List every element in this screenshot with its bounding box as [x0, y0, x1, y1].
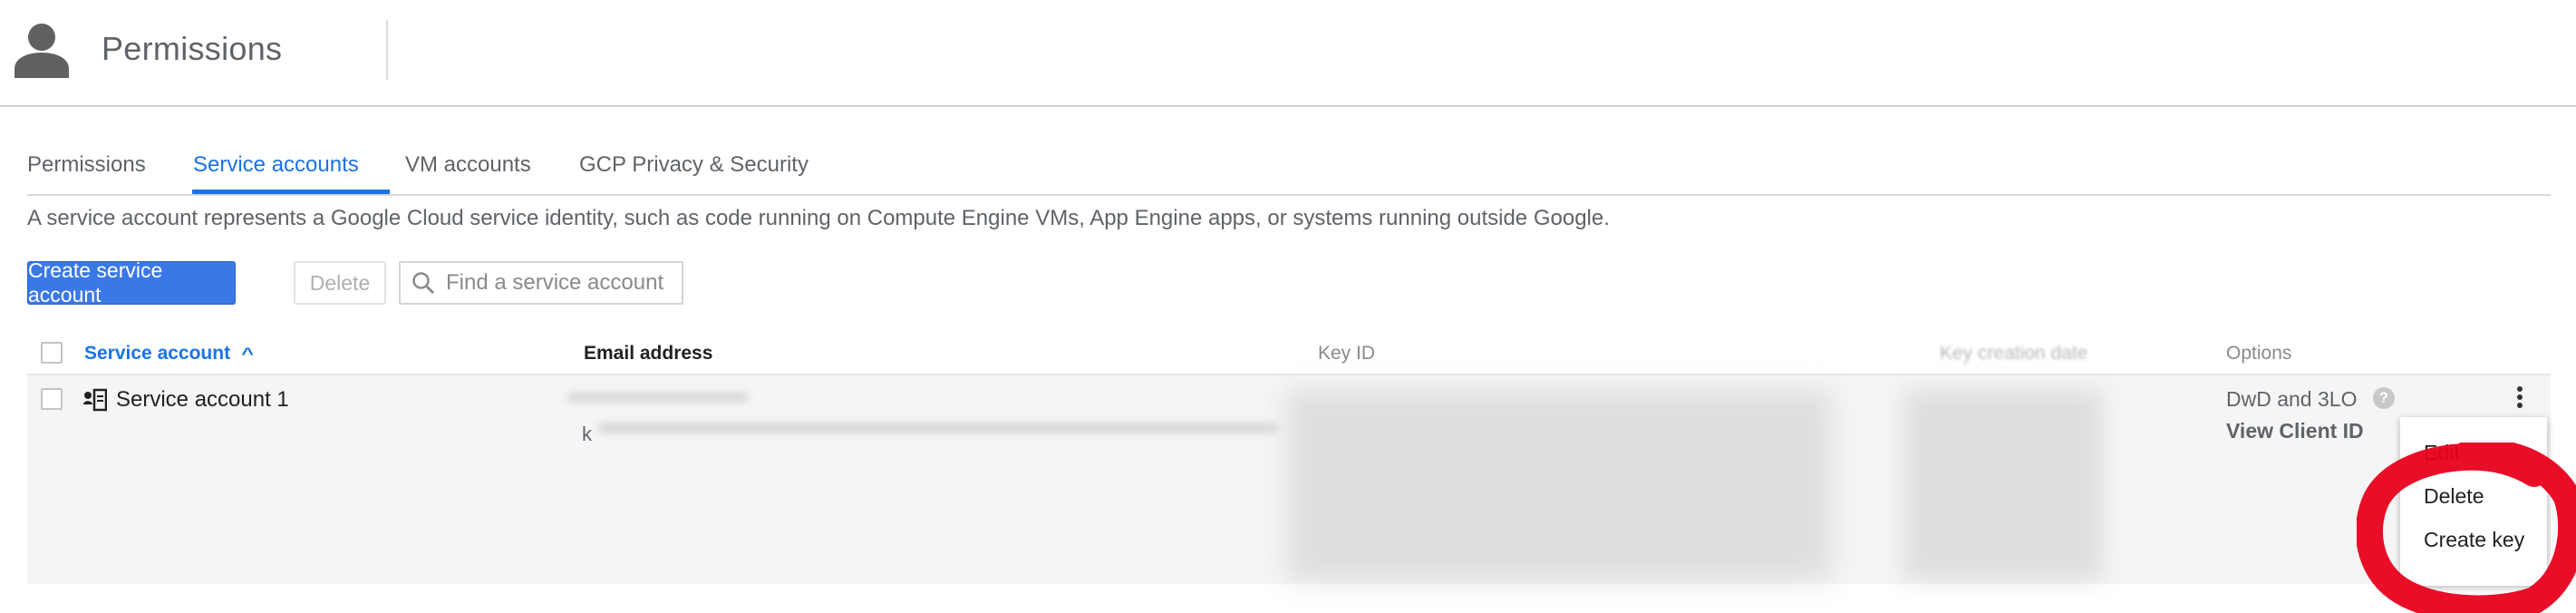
tab-bar: Permissions Service accounts VM accounts… — [27, 134, 2551, 196]
service-account-name[interactable]: Service account 1 — [116, 387, 289, 413]
column-header-key-creation-date[interactable]: Key creation date — [1940, 343, 2087, 365]
create-service-account-button[interactable]: Create service account — [27, 258, 236, 306]
column-header-key-id[interactable]: Key ID — [1318, 343, 1375, 365]
service-account-icon — [83, 388, 107, 412]
row-checkbox[interactable] — [41, 388, 63, 410]
tab-vm-accounts[interactable]: VM accounts — [405, 152, 531, 178]
page-description: A service account represents a Google Cl… — [27, 206, 1610, 230]
row-actions-menu: Edit Delete Create key — [2400, 417, 2547, 586]
view-client-id-link[interactable]: View Client ID — [2226, 419, 2364, 443]
tab-gcp-privacy-security[interactable]: GCP Privacy & Security — [579, 152, 809, 178]
email-visible-prefix: k — [582, 423, 592, 445]
header-divider — [386, 20, 388, 80]
column-header-email[interactable]: Email address — [584, 343, 712, 365]
redacted-email-line — [567, 392, 749, 403]
search-icon — [412, 272, 435, 295]
delete-button[interactable]: Delete — [294, 261, 386, 305]
tab-permissions[interactable]: Permissions — [27, 152, 146, 178]
sort-ascending-icon: ^ — [241, 345, 255, 363]
select-all-checkbox[interactable] — [41, 342, 63, 364]
search-box[interactable] — [399, 261, 683, 305]
help-icon[interactable]: ? — [2373, 387, 2395, 409]
tab-service-accounts[interactable]: Service accounts — [193, 152, 359, 178]
column-header-label: Service account — [84, 343, 231, 364]
search-input[interactable] — [446, 270, 673, 296]
redacted-key-id — [1287, 390, 1831, 580]
redacted-key-creation-date — [1903, 390, 2103, 580]
more-options-icon[interactable] — [2511, 384, 2529, 414]
menu-item-edit[interactable]: Edit — [2424, 441, 2460, 465]
person-icon — [15, 24, 69, 78]
active-tab-indicator — [192, 190, 390, 194]
column-header-options: Options — [2226, 343, 2292, 364]
redacted-email-address — [598, 423, 1278, 433]
page-header: Permissions — [0, 0, 2576, 107]
page-title: Permissions — [102, 30, 283, 67]
column-header-service-account[interactable]: Service account ^ — [84, 343, 255, 365]
menu-item-delete[interactable]: Delete — [2424, 484, 2484, 509]
menu-item-create-key[interactable]: Create key — [2424, 528, 2524, 552]
options-dwd-3lo: DwD and 3LO — [2226, 387, 2358, 411]
